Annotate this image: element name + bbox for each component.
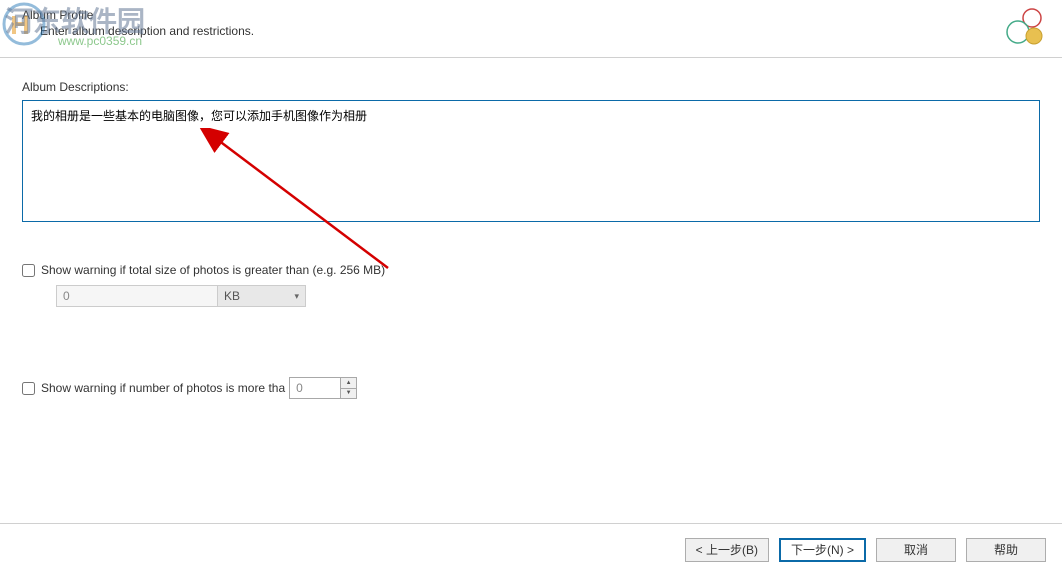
app-logo-icon — [1004, 6, 1046, 51]
wizard-header: Album Profile Enter album description an… — [0, 0, 1062, 58]
descriptions-label: Album Descriptions: — [22, 80, 1040, 94]
wizard-footer: < 上一步(B) 下一步(N) > 取消 帮助 — [0, 523, 1062, 575]
page-title: Album Profile — [22, 8, 1040, 22]
help-button[interactable]: 帮助 — [966, 538, 1046, 562]
size-warning-checkbox[interactable] — [22, 264, 35, 277]
content-area: Album Descriptions: Show warning if tota… — [0, 58, 1062, 421]
count-warning-checkbox[interactable] — [22, 382, 35, 395]
chevron-down-icon: ▾ — [294, 291, 299, 302]
size-unit-value: KB — [224, 289, 240, 303]
size-warning-label: Show warning if total size of photos is … — [41, 263, 385, 277]
page-subtitle: Enter album description and restrictions… — [22, 24, 1040, 38]
spinner-up-button[interactable]: ▲ — [341, 378, 356, 388]
spinner-down-button[interactable]: ▼ — [341, 388, 356, 399]
back-button[interactable]: < 上一步(B) — [685, 538, 769, 562]
count-warning-value-input[interactable] — [289, 377, 341, 399]
description-input[interactable] — [22, 100, 1040, 222]
next-button[interactable]: 下一步(N) > — [779, 538, 866, 562]
size-warning-value-input[interactable] — [56, 285, 218, 307]
size-unit-select[interactable]: KB ▾ — [218, 285, 306, 307]
count-warning-label: Show warning if number of photos is more… — [41, 381, 285, 395]
cancel-button[interactable]: 取消 — [876, 538, 956, 562]
